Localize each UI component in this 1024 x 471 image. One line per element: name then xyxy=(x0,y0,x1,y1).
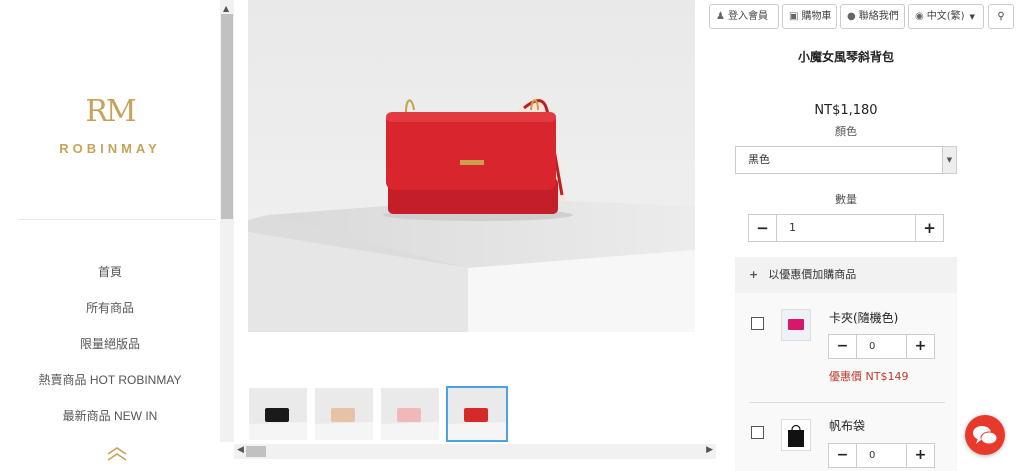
contact-button[interactable]: ● 聯絡我們 xyxy=(840,4,905,29)
cart-button[interactable]: ▣ 購物車 xyxy=(782,4,837,29)
search-icon: ⚲ xyxy=(997,11,1005,22)
double-chevron-up-icon[interactable] xyxy=(106,446,128,462)
scrollbar-thumb[interactable] xyxy=(221,14,233,219)
plus-icon: + xyxy=(749,268,759,281)
quantity-label: 數量 xyxy=(835,193,857,206)
gallery-scrollbar[interactable]: ◀ ▶ xyxy=(234,444,716,459)
color-select[interactable]: 黑色 ▼ xyxy=(735,146,957,174)
color-label: 顏色 xyxy=(835,125,857,138)
sidebar-divider xyxy=(18,219,216,220)
thumbnail-black[interactable] xyxy=(249,388,307,440)
addon-plus-button[interactable]: + xyxy=(906,444,934,467)
thumb-swatch xyxy=(265,408,289,422)
language-dropdown[interactable]: ◉ 中文(繁) ▼ xyxy=(908,4,984,29)
cart-icon: ▣ xyxy=(789,11,799,22)
brand-name: ROBINMAY xyxy=(59,141,161,156)
sidebar: RM ROBINMAY 首頁 所有商品 限量絕版品 熱賣商品 HOT ROBIN… xyxy=(0,0,220,471)
addon-name: 卡夾(隨機色) xyxy=(829,311,899,325)
thumbnail-beige[interactable] xyxy=(315,388,373,440)
addon-plus-button[interactable]: + xyxy=(906,335,934,358)
cart-label: 購物車 xyxy=(801,11,832,22)
contact-label: 聯絡我們 xyxy=(858,11,899,22)
scroll-up-icon[interactable]: ▲ xyxy=(223,4,229,13)
chat-button[interactable] xyxy=(965,415,1005,455)
addon-name: 帆布袋 xyxy=(829,419,866,433)
addon-thumb-swatch xyxy=(788,319,804,330)
login-button[interactable]: ♟ 登入會員 xyxy=(709,4,779,29)
addon-promo-price: 優惠價 NT$149 xyxy=(829,370,909,383)
color-select-value: 黑色 xyxy=(748,153,770,166)
addon-quantity-input[interactable]: 0 xyxy=(869,444,875,467)
globe-icon: ◉ xyxy=(915,11,924,22)
product-main-image[interactable] xyxy=(248,0,695,332)
scroll-left-icon[interactable]: ◀ xyxy=(237,445,244,455)
brand-logo[interactable]: RM ROBINMAY xyxy=(0,94,220,157)
nav-item-new-in[interactable]: 最新商品 NEW IN xyxy=(0,406,220,442)
thumb-swatch xyxy=(331,408,355,422)
addon-quantity-stepper: − 0 + xyxy=(828,443,935,468)
login-label: 登入會員 xyxy=(727,11,768,22)
quantity-stepper: − 1 + xyxy=(748,214,944,242)
product-panel: ♟ 登入會員 ▣ 購物車 ● 聯絡我們 ◉ 中文(繁) ▼ ⚲ 小魔女風琴斜背包 NT$1… xyxy=(708,0,1024,471)
addon-thumb-swatch xyxy=(788,430,804,447)
chevron-down-icon: ▼ xyxy=(969,13,975,21)
chat-bubble-icon: ● xyxy=(847,11,856,22)
addon-quantity-input[interactable]: 0 xyxy=(869,335,875,358)
nav-item-limited[interactable]: 限量絕版品 xyxy=(0,334,220,370)
addon-thumbnail xyxy=(781,419,811,451)
addon-checkbox[interactable] xyxy=(751,317,764,330)
sidebar-nav: 首頁 所有商品 限量絕版品 熱賣商品 HOT ROBINMAY 最新商品 NEW… xyxy=(0,262,220,442)
search-button[interactable]: ⚲ xyxy=(988,4,1014,29)
addon-quantity-stepper: − 0 + xyxy=(828,334,935,359)
nav-item-hot[interactable]: 熱賣商品 HOT ROBINMAY xyxy=(0,370,220,406)
addon-minus-button[interactable]: − xyxy=(829,335,857,358)
thumbnail-red[interactable] xyxy=(446,386,508,442)
product-price: NT$1,180 xyxy=(814,103,878,118)
quantity-input[interactable]: 1 xyxy=(789,215,796,241)
logo-mark: RM xyxy=(85,94,136,129)
thumb-swatch xyxy=(464,408,488,422)
addon-header[interactable]: + 以優惠價加購商品 xyxy=(735,257,957,293)
addon-divider xyxy=(749,402,945,403)
sidebar-scrollbar[interactable]: ▲ xyxy=(220,0,234,442)
nav-item-all-products[interactable]: 所有商品 xyxy=(0,298,220,334)
language-label: 中文(繁) xyxy=(926,11,965,22)
quantity-minus-button[interactable]: − xyxy=(749,215,777,241)
quantity-plus-button[interactable]: + xyxy=(915,215,943,241)
addon-thumbnail xyxy=(781,309,811,341)
addon-header-label: 以優惠價加購商品 xyxy=(768,268,857,281)
addon-checkbox[interactable] xyxy=(751,426,764,439)
nav-item-home[interactable]: 首頁 xyxy=(0,262,220,298)
addon-minus-button[interactable]: − xyxy=(829,444,857,467)
scrollbar-thumb[interactable] xyxy=(246,446,266,457)
thumb-swatch xyxy=(397,408,421,422)
chevron-down-icon: ▼ xyxy=(942,147,956,173)
chat-bubble-icon xyxy=(973,426,998,445)
thumbnail-pink[interactable] xyxy=(381,388,439,440)
product-title: 小魔女風琴斜背包 xyxy=(797,50,894,64)
user-icon: ♟ xyxy=(716,11,725,22)
addon-list: 卡夾(隨機色) − 0 + 優惠價 NT$149 帆布袋 − 0 + xyxy=(735,293,957,471)
